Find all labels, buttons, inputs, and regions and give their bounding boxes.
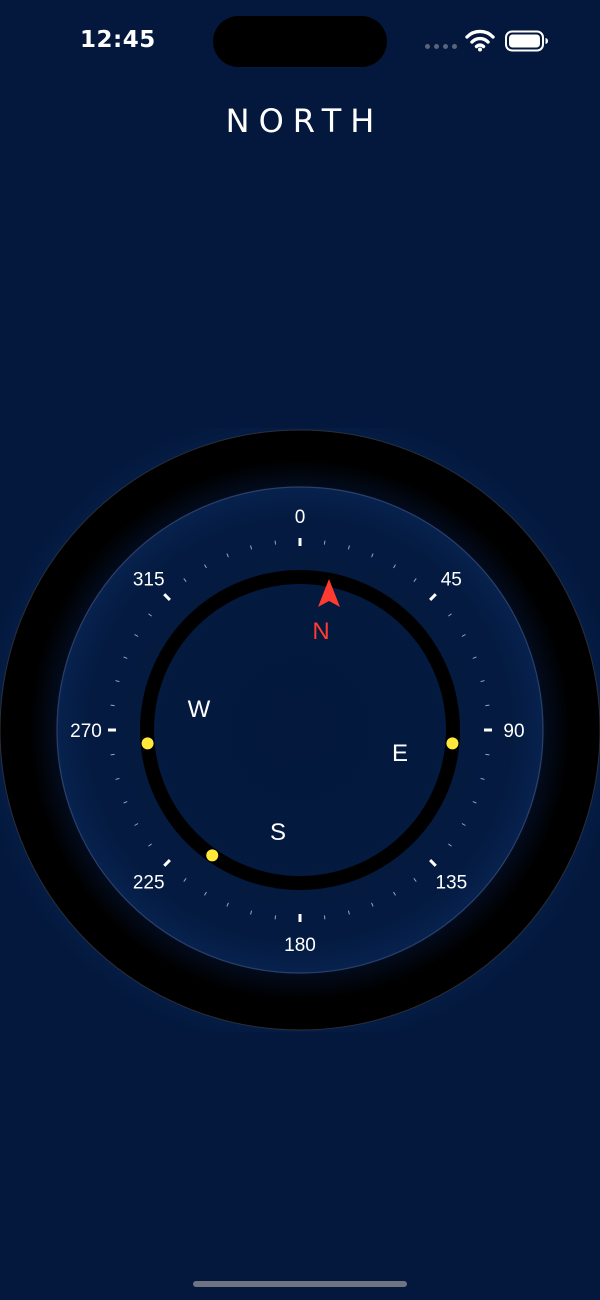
degree-label-90: 90 — [503, 721, 524, 742]
cardinal-south-label: S — [270, 819, 286, 846]
minor-tick — [274, 915, 277, 920]
compass-screen: 12:45 NORTH 0 45 90 135 180 225 270 315 … — [0, 0, 600, 1300]
degree-label-135: 135 — [435, 872, 467, 893]
status-bar: 12:45 — [0, 0, 600, 80]
home-indicator[interactable] — [193, 1281, 407, 1287]
heading-title: NORTH — [225, 102, 384, 140]
degree-label-180: 180 — [284, 935, 316, 956]
cardinal-east-label: E — [392, 740, 408, 767]
minor-tick — [110, 704, 115, 707]
minor-tick — [323, 915, 326, 920]
degree-label-270: 270 — [70, 721, 102, 742]
degree-label-225: 225 — [133, 872, 165, 893]
waypoint-marker — [206, 849, 219, 862]
waypoint-marker — [141, 737, 154, 750]
minor-tick — [274, 540, 277, 545]
cardinal-north-label: N — [312, 618, 329, 645]
wifi-icon — [465, 28, 495, 52]
cellular-signal-icon — [425, 44, 459, 50]
minor-tick — [323, 540, 326, 545]
minor-tick — [485, 704, 490, 707]
degree-label-315: 315 — [133, 570, 165, 591]
minor-tick — [110, 753, 115, 756]
compass-face — [56, 486, 544, 974]
degree-label-45: 45 — [441, 570, 462, 591]
waypoint-marker — [446, 737, 459, 750]
cardinal-west-label: W — [188, 696, 211, 723]
battery-icon — [505, 30, 549, 52]
status-time: 12:45 — [80, 27, 156, 53]
compass: 0 45 90 135 180 225 270 315 N W E S — [0, 428, 600, 1032]
compass-dial[interactable]: 0 45 90 135 180 225 270 315 N W E S — [0, 428, 600, 1032]
degree-label-0: 0 — [295, 507, 306, 528]
minor-tick — [485, 753, 490, 756]
dynamic-island — [213, 16, 387, 67]
